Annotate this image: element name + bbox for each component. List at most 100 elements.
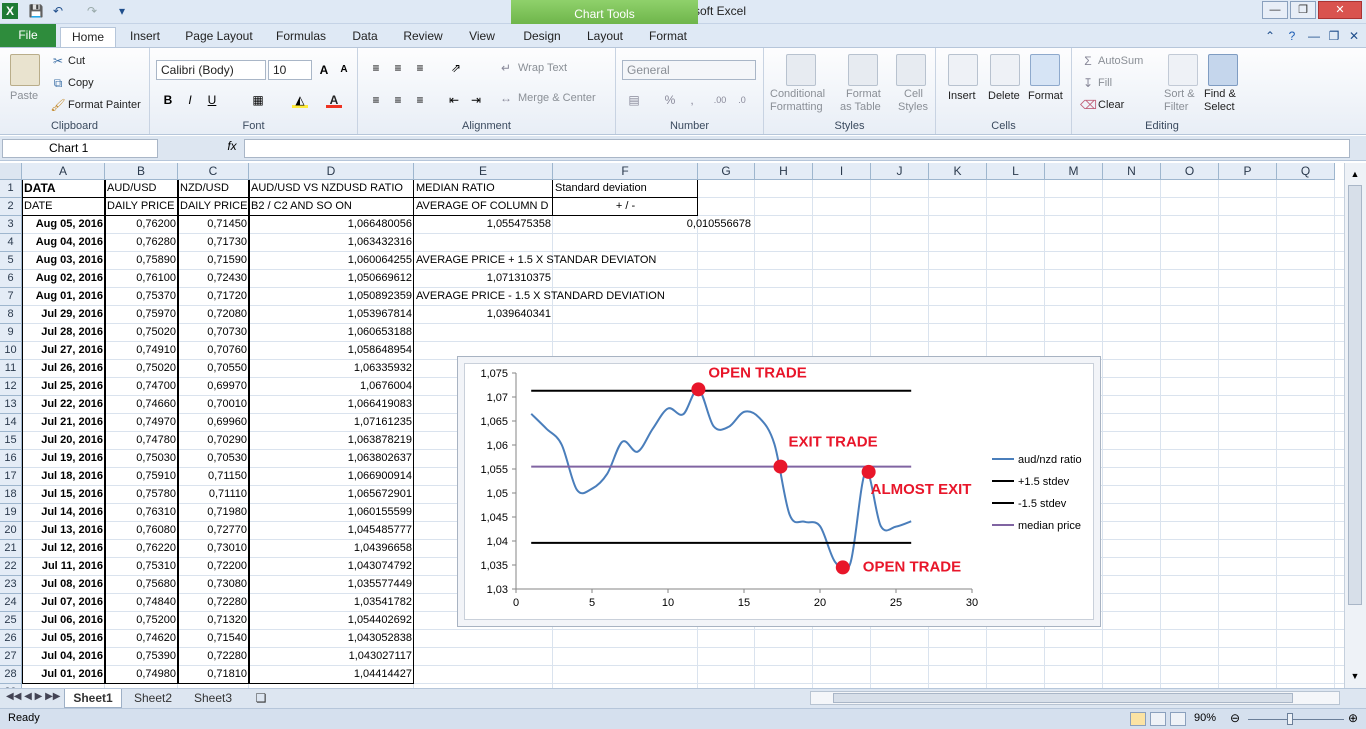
column-header-e[interactable]: E [414, 163, 553, 180]
cell-c3[interactable]: 0,71450 [178, 216, 249, 234]
restore-icon[interactable]: ❐ [1290, 1, 1316, 19]
row-header-6[interactable]: 6 [0, 270, 22, 288]
cell-styles-line1[interactable]: Cell [904, 88, 923, 100]
cell-e8[interactable]: 1,039640341 [414, 306, 553, 324]
align-center-icon[interactable]: ≡ [390, 92, 406, 108]
decrease-indent-icon[interactable]: ⇤ [446, 92, 462, 108]
cell-c2[interactable]: DAILY PRICE [178, 198, 249, 216]
cell-b24[interactable]: 0,74840 [105, 594, 178, 612]
cell-d14[interactable]: 1,07161235 [249, 414, 414, 432]
cell-f1[interactable]: Standard deviation [553, 180, 698, 198]
percent-button[interactable]: % [662, 92, 678, 108]
row-header-4[interactable]: 4 [0, 234, 22, 252]
cell-a9[interactable]: Jul 28, 2016 [22, 324, 105, 342]
row-header-28[interactable]: 28 [0, 666, 22, 684]
row-header-11[interactable]: 11 [0, 360, 22, 378]
chart-area[interactable]: 1,03 1,035 1,04 1,045 1,05 1,055 1,06 1,065 1,07… [464, 363, 1094, 620]
tab-home[interactable]: Home [60, 27, 116, 47]
cell-d15[interactable]: 1,063878219 [249, 432, 414, 450]
tab-review[interactable]: Review [396, 27, 450, 47]
row-header-18[interactable]: 18 [0, 486, 22, 504]
format-painter-icon[interactable]: 🖌 [50, 97, 66, 113]
format-painter-button[interactable]: Format Painter [68, 99, 141, 111]
column-header-c[interactable]: C [178, 163, 249, 180]
cell-a6[interactable]: Aug 02, 2016 [22, 270, 105, 288]
cell-d12[interactable]: 1,0676004 [249, 378, 414, 396]
zoom-in-icon[interactable]: ⊕ [1348, 711, 1358, 725]
column-header-a[interactable]: A [22, 163, 105, 180]
column-header-d[interactable]: D [249, 163, 414, 180]
page-break-view-icon[interactable] [1170, 712, 1186, 726]
fill-icon[interactable]: ↧ [1080, 75, 1096, 91]
tab-formulas[interactable]: Formulas [270, 27, 332, 47]
clear-button[interactable]: Clear [1098, 99, 1124, 111]
format-as-table-line1[interactable]: Format [846, 88, 881, 100]
find-select-line1[interactable]: Find & [1204, 88, 1236, 100]
cell-a27[interactable]: Jul 04, 2016 [22, 648, 105, 666]
cell-d9[interactable]: 1,060653188 [249, 324, 414, 342]
cell-d4[interactable]: 1,063432316 [249, 234, 414, 252]
row-header-26[interactable]: 26 [0, 630, 22, 648]
cell-b17[interactable]: 0,75910 [105, 468, 178, 486]
cell-e3[interactable]: 1,055475358 [414, 216, 553, 234]
cell-b21[interactable]: 0,76220 [105, 540, 178, 558]
cell-d8[interactable]: 1,053967814 [249, 306, 414, 324]
sort-filter-line1[interactable]: Sort & [1164, 88, 1195, 100]
row-header-9[interactable]: 9 [0, 324, 22, 342]
cell-a19[interactable]: Jul 14, 2016 [22, 504, 105, 522]
column-header-m[interactable]: M [1045, 163, 1103, 180]
cell-a7[interactable]: Aug 01, 2016 [22, 288, 105, 306]
cell-e1[interactable]: MEDIAN RATIO [414, 180, 553, 198]
cell-c14[interactable]: 0,69960 [178, 414, 249, 432]
row-header-10[interactable]: 10 [0, 342, 22, 360]
cell-d5[interactable]: 1,060064255 [249, 252, 414, 270]
minimize-icon[interactable]: — [1262, 1, 1288, 19]
sheet-tab-3[interactable]: Sheet3 [184, 689, 242, 708]
cell-a4[interactable]: Aug 04, 2016 [22, 234, 105, 252]
tab-file[interactable]: File [0, 24, 56, 47]
vertical-scroll-thumb[interactable] [1348, 185, 1362, 605]
cell-a15[interactable]: Jul 20, 2016 [22, 432, 105, 450]
select-all-corner[interactable] [0, 163, 22, 180]
cell-d25[interactable]: 1,054402692 [249, 612, 414, 630]
delete-cells-button[interactable]: Delete [988, 90, 1020, 102]
tab-layout[interactable]: Layout [578, 27, 632, 47]
cell-d27[interactable]: 1,043027117 [249, 648, 414, 666]
comma-button[interactable]: , [684, 92, 700, 108]
row-header-3[interactable]: 3 [0, 216, 22, 234]
cell-a1[interactable]: DATA [22, 180, 105, 198]
copy-button[interactable]: Copy [68, 77, 94, 89]
cell-c16[interactable]: 0,70530 [178, 450, 249, 468]
row-header-8[interactable]: 8 [0, 306, 22, 324]
tab-format[interactable]: Format [640, 27, 696, 47]
column-header-j[interactable]: J [871, 163, 929, 180]
cell-d6[interactable]: 1,050669612 [249, 270, 414, 288]
horizontal-scroll-thumb[interactable] [833, 693, 1293, 703]
trade-marker[interactable] [861, 464, 876, 479]
autosum-button[interactable]: AutoSum [1098, 55, 1143, 67]
cell-c19[interactable]: 0,71980 [178, 504, 249, 522]
sheet-tab-1[interactable]: Sheet1 [64, 689, 122, 708]
conditional-formatting-icon[interactable] [786, 54, 816, 86]
autosum-icon[interactable]: Σ [1080, 53, 1096, 69]
normal-view-icon[interactable] [1130, 712, 1146, 726]
sort-filter-icon[interactable] [1168, 54, 1198, 86]
format-as-table-icon[interactable] [848, 54, 878, 86]
fill-button[interactable]: Fill [1098, 77, 1112, 89]
shrink-font-icon[interactable]: A [336, 62, 352, 78]
cell-b18[interactable]: 0,75780 [105, 486, 178, 504]
row-header-24[interactable]: 24 [0, 594, 22, 612]
bold-button[interactable]: B [160, 92, 176, 108]
wrap-text-icon[interactable]: ↵ [498, 60, 514, 76]
format-cells-button[interactable]: Format [1028, 90, 1063, 102]
cell-d28[interactable]: 1,04414427 [249, 666, 414, 684]
increase-decimal-icon[interactable]: .00 [712, 92, 728, 108]
insert-function-button[interactable]: fx [222, 139, 242, 158]
cell-a21[interactable]: Jul 12, 2016 [22, 540, 105, 558]
cell-c27[interactable]: 0,72280 [178, 648, 249, 666]
italic-button[interactable]: I [182, 92, 198, 108]
zoom-out-icon[interactable]: ⊖ [1230, 711, 1240, 725]
cell-b19[interactable]: 0,76310 [105, 504, 178, 522]
cell-c15[interactable]: 0,70290 [178, 432, 249, 450]
horizontal-scrollbar[interactable] [810, 691, 1340, 705]
